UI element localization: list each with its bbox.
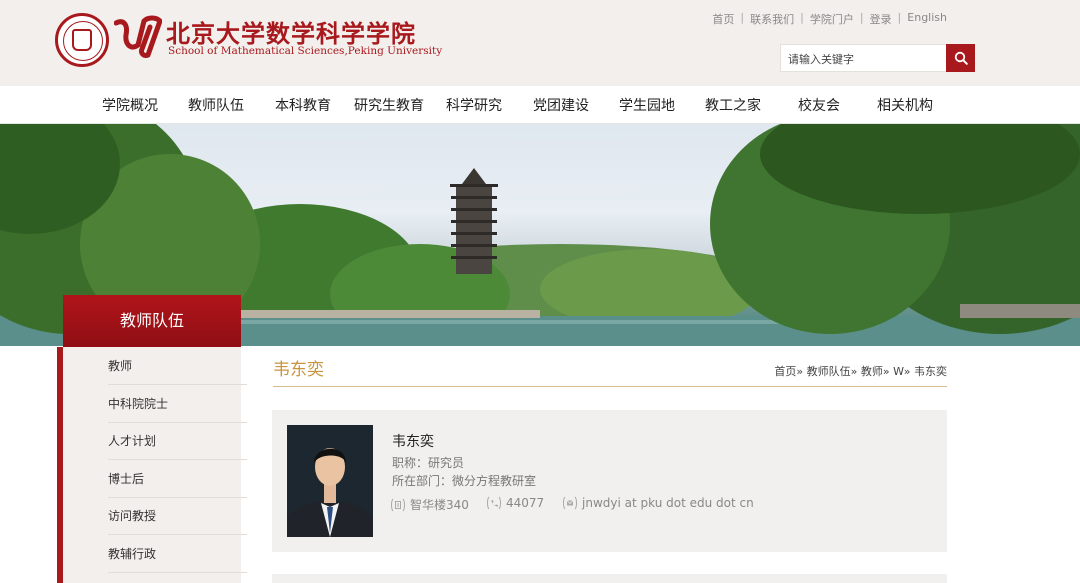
profile-title-label: 职称： bbox=[392, 456, 429, 470]
top-link-home[interactable]: 首页 bbox=[712, 11, 734, 27]
contact-email-text[interactable]: jnwdyi at pku dot edu dot cn bbox=[582, 496, 754, 510]
page-title: 韦东奕 bbox=[273, 360, 324, 380]
contact-phone-text: 44077 bbox=[506, 496, 545, 510]
search-button[interactable] bbox=[946, 44, 975, 72]
nav-item-research[interactable]: 科学研究 bbox=[446, 95, 502, 115]
phone-icon bbox=[487, 496, 501, 510]
contact-email: jnwdyi at pku dot edu dot cn bbox=[562, 496, 754, 510]
nav-item-faculty[interactable]: 教师队伍 bbox=[188, 95, 244, 115]
school-name-en: School of Mathematical Sciences,Peking U… bbox=[168, 45, 443, 57]
building-icon bbox=[391, 498, 405, 511]
separator: | bbox=[859, 11, 864, 24]
email-icon bbox=[563, 496, 577, 510]
search-icon bbox=[954, 51, 968, 65]
school-name-cn[interactable]: 北京大学数学科学学院 bbox=[166, 14, 416, 49]
sidebar-item-talent-programs[interactable]: 人才计划 bbox=[108, 422, 247, 460]
profile-dept-value: 微分方程教研室 bbox=[452, 474, 537, 488]
top-link-contact[interactable]: 联系我们 bbox=[750, 11, 794, 27]
contact-phone: 44077 bbox=[486, 496, 544, 510]
nav-item-about[interactable]: 学院概况 bbox=[102, 95, 158, 115]
separator: | bbox=[740, 11, 745, 24]
sidebar-title: 教师队伍 bbox=[63, 295, 241, 347]
sidebar-item-academicians[interactable]: 中科院院士 bbox=[108, 385, 247, 423]
breadcrumb[interactable]: 首页» 教师队伍» 教师» W» 韦东奕 bbox=[774, 363, 947, 379]
nav-item-alumni[interactable]: 校友会 bbox=[798, 95, 840, 115]
nav-item-party[interactable]: 党团建设 bbox=[533, 95, 589, 115]
sidebar-item-admin-staff[interactable]: 教辅行政 bbox=[108, 535, 247, 573]
top-links: 首页 | 联系我们 | 学院门户 | 登录 | English bbox=[712, 11, 947, 27]
sidebar-item-postdoc[interactable]: 博士后 bbox=[108, 460, 247, 498]
main-nav: 学院概况 教师队伍 本科教育 研究生教育 科学研究 党团建设 学生园地 教工之家… bbox=[0, 86, 1080, 124]
top-link-login[interactable]: 登录 bbox=[870, 11, 892, 27]
separator: | bbox=[897, 11, 902, 24]
school-logo-mark-icon bbox=[114, 15, 162, 58]
search-input[interactable]: 请输入关键字 bbox=[780, 44, 947, 72]
profile-title-value: 研究员 bbox=[428, 456, 465, 470]
nav-item-related[interactable]: 相关机构 bbox=[877, 95, 933, 115]
top-link-english[interactable]: English bbox=[907, 11, 947, 27]
sidebar-menu: 教师 中科院院士 人才计划 博士后 访问教授 教辅行政 bbox=[57, 347, 247, 583]
profile-photo bbox=[287, 425, 373, 537]
nav-item-undergraduate[interactable]: 本科教育 bbox=[275, 95, 331, 115]
profile-name: 韦东奕 bbox=[392, 434, 434, 450]
top-link-portal[interactable]: 学院门户 bbox=[810, 11, 854, 27]
pku-seal-logo[interactable] bbox=[55, 13, 109, 67]
sidebar-item-faculty[interactable]: 教师 bbox=[108, 347, 247, 385]
nav-item-staff[interactable]: 教工之家 bbox=[705, 95, 761, 115]
contact-office: 智华楼340 bbox=[390, 496, 469, 513]
nav-item-students[interactable]: 学生园地 bbox=[619, 95, 675, 115]
next-profile-card bbox=[272, 574, 947, 583]
profile-department: 所在部门：微分方程教研室 bbox=[392, 472, 536, 489]
contact-office-text: 智华楼340 bbox=[410, 498, 469, 512]
profile-card: 韦东奕 职称：研究员 所在部门：微分方程教研室 智华楼340 44077 jnw… bbox=[272, 410, 947, 552]
profile-title: 职称：研究员 bbox=[392, 454, 464, 471]
sidebar-item-visiting-professors[interactable]: 访问教授 bbox=[108, 497, 247, 535]
separator: | bbox=[800, 11, 804, 24]
title-divider bbox=[273, 386, 947, 387]
nav-item-graduate[interactable]: 研究生教育 bbox=[354, 95, 424, 115]
site-header: 北京大学数学科学学院 School of Mathematical Scienc… bbox=[0, 0, 1080, 86]
profile-dept-label: 所在部门： bbox=[392, 474, 453, 488]
